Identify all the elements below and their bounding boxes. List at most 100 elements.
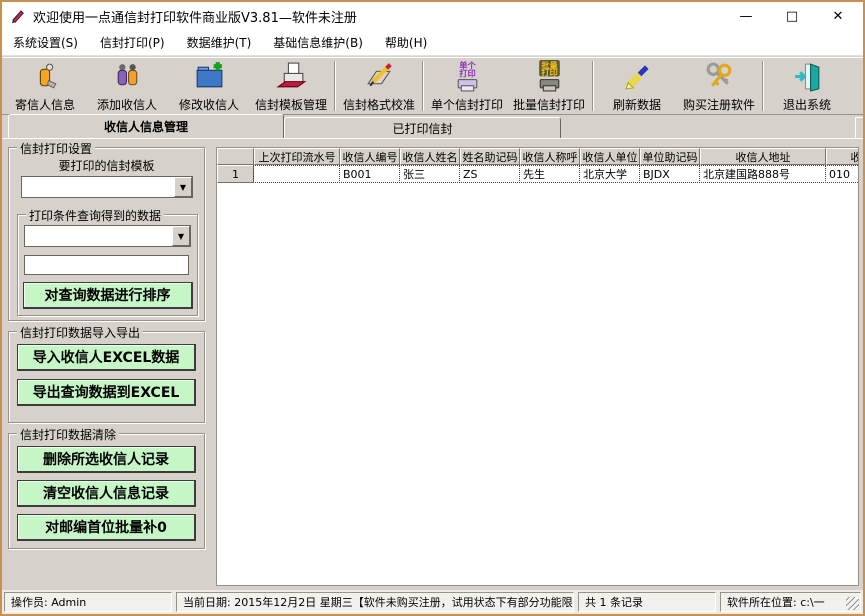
toolbar-exit-button[interactable]: 退出系统 — [766, 59, 848, 113]
toolbar-button-label: 单个信封打印 — [431, 96, 503, 113]
exit-door-icon — [791, 60, 824, 96]
chevron-down-icon[interactable]: ▼ — [172, 226, 190, 246]
toolbar-button-label: 修改收信人 — [179, 96, 239, 113]
svg-text:打印: 打印 — [459, 69, 476, 79]
toolbar-button-label: 寄信人信息 — [15, 96, 75, 113]
toolbar-separator — [592, 61, 594, 111]
group-clear-data: 信封打印数据清除 删除所选收信人记录 清空收信人信息记录 对邮编首位批量补0 — [8, 433, 205, 549]
grid-header-name-mnemonic[interactable]: 姓名助记码 — [460, 148, 520, 165]
delete-selected-button[interactable]: 删除所选收信人记录 — [17, 446, 196, 473]
grid-header-unit[interactable]: 收信人单位 — [580, 148, 640, 165]
table-row[interactable]: 1 B001 张三 ZS 先生 北京大学 BJDX 北京建国路888号 010 — [217, 165, 858, 183]
toolbar-separator — [422, 61, 424, 111]
menu-system-settings[interactable]: 系统设置(S) — [4, 30, 87, 55]
refresh-data-icon — [621, 60, 654, 96]
export-excel-button[interactable]: 导出查询数据到EXCEL — [17, 379, 196, 406]
status-software-location: 软件所在位置: c:\一 — [720, 592, 861, 612]
query-combobox-value — [25, 226, 172, 246]
status-date: 当前日期: 2015年12月2日 星期三【软件未购买注册，试用状态下有部分功能限… — [176, 592, 574, 612]
grid-header-recipient-name[interactable]: 收信人姓名 — [400, 148, 460, 165]
format-calibrate-icon — [363, 60, 396, 96]
group-query-data: 打印条件查询得到的数据 ▼ 对查询数据进行排序 — [17, 214, 198, 316]
maximize-button[interactable]: □ — [769, 2, 815, 30]
minimize-button[interactable]: — — [723, 2, 769, 30]
menu-bar: 系统设置(S) 信封打印(P) 数据维护(T) 基础信息维护(B) 帮助(H) — [2, 30, 863, 56]
close-button[interactable]: ✕ — [815, 2, 861, 30]
cell-unit[interactable]: 北京大学 — [579, 165, 640, 183]
group-query-data-title: 打印条件查询得到的数据 — [26, 207, 164, 224]
tab-printed-envelopes[interactable]: 已打印信封 — [284, 117, 561, 138]
toolbar: 寄信人信息 添加收信人 修改收信人 信封模板管理 信封格式校准 — [2, 57, 863, 114]
single-print-icon: 单个打印 — [451, 60, 484, 96]
window-controls: — □ ✕ — [723, 2, 861, 30]
cell-zipcode-clipped[interactable]: 010 — [825, 165, 859, 183]
template-combobox-value — [22, 177, 174, 197]
grid-header-salutation[interactable]: 收信人称呼 — [520, 148, 580, 165]
toolbar-format-calibrate-button[interactable]: 信封格式校准 — [338, 59, 420, 113]
app-window: 欢迎使用一点通信封打印软件商业版V3.81—软件未注册 — □ ✕ 系统设置(S… — [0, 0, 865, 616]
group-print-settings: 信封打印设置 要打印的信封模板 ▼ 打印条件查询得到的数据 ▼ 对查询数据进行排… — [8, 147, 205, 321]
recipient-grid: 上次打印流水号 收信人编号 收信人姓名 姓名助记码 收信人称呼 收信人单位 单位… — [216, 147, 859, 586]
menu-basic-info[interactable]: 基础信息维护(B) — [264, 30, 372, 55]
register-keys-icon — [703, 60, 736, 96]
grid-header-recipient-id[interactable]: 收信人编号 — [340, 148, 400, 165]
cell-serial[interactable] — [253, 165, 340, 183]
grid-header-serial[interactable]: 上次打印流水号 — [254, 148, 340, 165]
query-combobox[interactable]: ▼ — [24, 225, 191, 247]
grid-header-rownum — [217, 148, 254, 165]
grid-header-row: 上次打印流水号 收信人编号 收信人姓名 姓名助记码 收信人称呼 收信人单位 单位… — [217, 148, 858, 165]
svg-text:打印: 打印 — [541, 67, 558, 77]
row-number[interactable]: 1 — [217, 165, 254, 183]
template-label: 要打印的信封模板 — [9, 157, 204, 174]
grid-header-zipcode-clipped[interactable]: 收 — [826, 148, 859, 165]
toolbar-refresh-data-button[interactable]: 刷新数据 — [596, 59, 678, 113]
toolbar-button-label: 批量信封打印 — [513, 96, 585, 113]
title-bar: 欢迎使用一点通信封打印软件商业版V3.81—软件未注册 — □ ✕ — [2, 2, 863, 30]
import-excel-button[interactable]: 导入收信人EXCEL数据 — [17, 344, 196, 371]
group-import-export: 信封打印数据导入导出 导入收信人EXCEL数据 导出查询数据到EXCEL — [8, 331, 205, 423]
status-bar: 操作员: Admin 当前日期: 2015年12月2日 星期三【软件未购买注册，… — [2, 590, 863, 614]
cell-recipient-id[interactable]: B001 — [339, 165, 400, 183]
grid-header-address[interactable]: 收信人地址 — [700, 148, 826, 165]
toolbar-button-label: 购买注册软件 — [683, 96, 755, 113]
cell-name-mnemonic[interactable]: ZS — [459, 165, 520, 183]
cell-unit-mnemonic[interactable]: BJDX — [639, 165, 700, 183]
group-import-export-title: 信封打印数据导入导出 — [17, 324, 143, 341]
app-pen-icon — [10, 8, 26, 24]
toolbar-button-label: 刷新数据 — [613, 96, 661, 113]
add-recipient-icon — [111, 60, 144, 96]
cell-salutation[interactable]: 先生 — [519, 165, 580, 183]
resize-grip[interactable] — [846, 597, 859, 610]
toolbar-button-label: 信封模板管理 — [255, 96, 327, 113]
grid-header-unit-mnemonic[interactable]: 单位助记码 — [640, 148, 700, 165]
sender-info-icon — [29, 60, 62, 96]
toolbar-add-recipient-button[interactable]: 添加收信人 — [86, 59, 168, 113]
tab-strip: 收信人信息管理 已打印信封 — [2, 114, 863, 138]
toolbar-separator — [762, 61, 764, 111]
toolbar-envelope-template-button[interactable]: 信封模板管理 — [250, 59, 332, 113]
group-print-settings-title: 信封打印设置 — [17, 140, 95, 157]
tab-clipped[interactable] — [855, 117, 865, 138]
toolbar-button-label: 退出系统 — [783, 96, 831, 113]
template-combobox[interactable]: ▼ — [21, 176, 193, 198]
toolbar-single-print-button[interactable]: 单个打印 单个信封打印 — [426, 59, 508, 113]
clear-records-button[interactable]: 清空收信人信息记录 — [17, 480, 196, 507]
sort-query-data-button[interactable]: 对查询数据进行排序 — [23, 282, 193, 309]
tab-page-recipient-management: 信封打印设置 要打印的信封模板 ▼ 打印条件查询得到的数据 ▼ 对查询数据进行排… — [2, 138, 863, 590]
toolbar-batch-print-button[interactable]: 批量打印 批量信封打印 — [508, 59, 590, 113]
cell-recipient-name[interactable]: 张三 — [399, 165, 460, 183]
toolbar-sender-info-button[interactable]: 寄信人信息 — [4, 59, 86, 113]
menu-help[interactable]: 帮助(H) — [376, 30, 436, 55]
pad-zipcode-zero-button[interactable]: 对邮编首位批量补0 — [17, 514, 196, 541]
edit-recipient-icon — [193, 60, 226, 96]
cell-address[interactable]: 北京建国路888号 — [699, 165, 826, 183]
toolbar-button-label: 添加收信人 — [97, 96, 157, 113]
menu-data-maintenance[interactable]: 数据维护(T) — [178, 30, 261, 55]
toolbar-register-button[interactable]: 购买注册软件 — [678, 59, 760, 113]
query-input[interactable] — [24, 255, 189, 275]
toolbar-edit-recipient-button[interactable]: 修改收信人 — [168, 59, 250, 113]
chevron-down-icon[interactable]: ▼ — [174, 177, 192, 197]
toolbar-button-label: 信封格式校准 — [343, 96, 415, 113]
tab-recipient-management[interactable]: 收信人信息管理 — [8, 114, 284, 138]
menu-envelope-print[interactable]: 信封打印(P) — [91, 30, 174, 55]
